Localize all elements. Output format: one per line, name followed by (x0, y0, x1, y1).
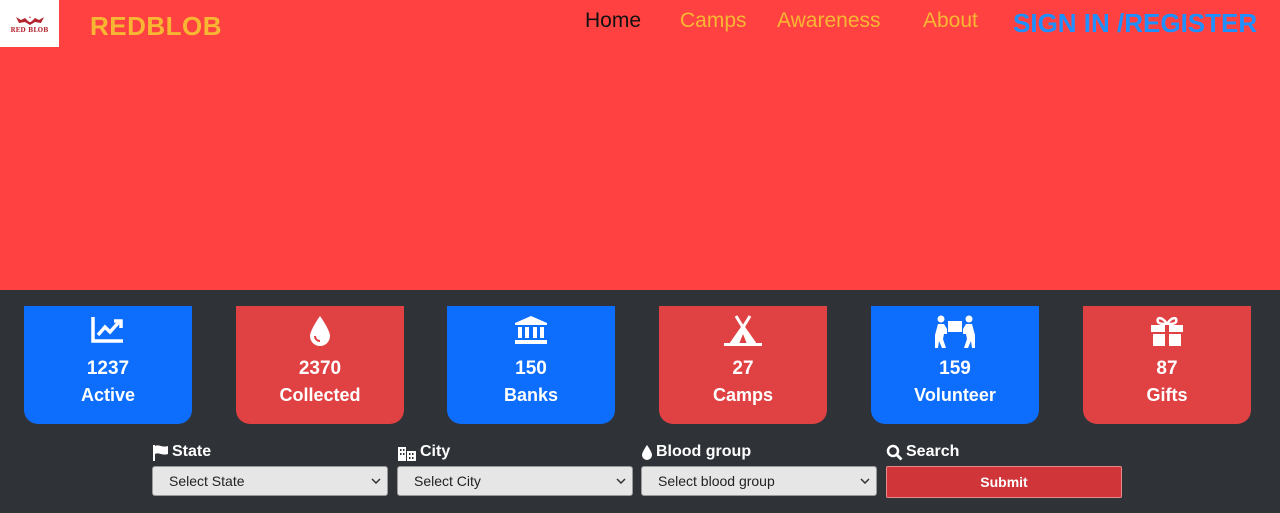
chart-line-icon (91, 317, 123, 343)
city-select[interactable]: Select City (397, 466, 633, 496)
stat-value: 2370 (298, 358, 342, 379)
stat-card-volunteer: 159 Volunteer (871, 306, 1039, 424)
stat-value: 87 (1156, 358, 1178, 379)
navbar: RED BLOB REDBLOB Home Camps Awareness Ab… (0, 0, 1280, 47)
state-label: State (172, 443, 212, 460)
bank-icon (515, 316, 547, 344)
brand-name[interactable]: REDBLOB (90, 11, 222, 42)
flag-icon (153, 444, 168, 461)
nav-home[interactable]: Home (585, 9, 641, 33)
logo[interactable]: RED BLOB (0, 0, 59, 47)
blood-group-filter: Blood group Select blood group (641, 440, 877, 496)
tent-icon (724, 315, 762, 346)
stats-row: 1237 Active 2370 Collected 150 Banks 27 … (0, 306, 1280, 424)
people-carry-icon (935, 315, 975, 348)
blood-drop-icon (310, 316, 330, 346)
search-filters: State Select State City Select City Bloo… (0, 440, 1280, 500)
stat-label: Collected (279, 385, 361, 405)
state-select-value: Select State (169, 473, 245, 489)
signin-register-link[interactable]: SIGN IN /REGISTER (1013, 8, 1257, 39)
city-select-value: Select City (414, 473, 481, 489)
stat-label: Camps (712, 385, 774, 405)
blood-group-select-value: Select blood group (658, 473, 775, 489)
stat-card-camps: 27 Camps (659, 306, 827, 424)
chevron-down-icon (860, 478, 870, 484)
stat-card-gifts: 87 Gifts (1083, 306, 1251, 424)
nav-awareness[interactable]: Awareness (777, 9, 881, 33)
state-filter: State Select State (152, 440, 388, 496)
submit-button[interactable]: Submit (886, 466, 1122, 498)
blood-drop-icon (642, 444, 652, 460)
nav-camps[interactable]: Camps (680, 9, 747, 33)
search-filter: Search Submit (886, 440, 1122, 498)
stat-card-active: 1237 Active (24, 306, 192, 424)
stat-value: 150 (515, 358, 547, 379)
nav-about[interactable]: About (923, 9, 978, 33)
stat-card-collected: 2370 Collected (236, 306, 404, 424)
gift-icon (1151, 316, 1183, 346)
stat-label: Volunteer (914, 385, 996, 405)
stat-value: 159 (939, 358, 971, 379)
page: RED BLOB REDBLOB Home Camps Awareness Ab… (0, 0, 1280, 513)
chevron-down-icon (371, 478, 381, 484)
stat-label: Banks (503, 385, 559, 405)
stats-search-section: 1237 Active 2370 Collected 150 Banks 27 … (0, 290, 1280, 513)
city-icon (398, 446, 416, 461)
state-select[interactable]: Select State (152, 466, 388, 496)
search-label: Search (906, 443, 960, 460)
logo-bat-icon (15, 15, 44, 25)
stat-value: 1237 (86, 358, 130, 379)
blood-group-select[interactable]: Select blood group (641, 466, 877, 496)
city-filter: City Select City (397, 440, 633, 496)
stat-label: Gifts (1146, 385, 1188, 405)
search-icon (886, 444, 903, 460)
blood-group-label: Blood group (656, 443, 752, 460)
stat-value: 27 (732, 358, 754, 379)
city-label: City (420, 443, 451, 460)
stat-label: Active (80, 385, 136, 405)
stat-card-banks: 150 Banks (447, 306, 615, 424)
logo-text: RED BLOB (10, 26, 49, 34)
chevron-down-icon (616, 478, 626, 484)
